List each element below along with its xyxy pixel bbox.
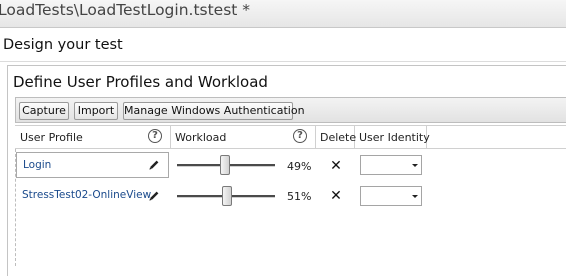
user-identity-select[interactable] xyxy=(360,186,422,206)
user-profile-name[interactable]: StressTest02-OnlineView xyxy=(22,189,151,201)
section-title: Design your test xyxy=(3,37,123,53)
user-profile-name[interactable]: Login xyxy=(23,159,51,171)
column-separator xyxy=(170,125,171,149)
column-header-user-profile[interactable]: User Profile xyxy=(20,131,83,144)
column-separator xyxy=(315,125,316,149)
workload-percent: 51% xyxy=(287,190,312,203)
workload-slider-thumb[interactable] xyxy=(220,155,231,175)
help-icon[interactable]: ? xyxy=(293,129,307,143)
manage-windows-authentication-button[interactable]: Manage Windows Authentication xyxy=(123,102,305,120)
column-header-user-identity[interactable]: User Identity xyxy=(359,131,430,144)
column-header-delete[interactable]: Delete xyxy=(320,131,356,144)
close-icon[interactable]: ✕ xyxy=(329,188,343,204)
section-divider xyxy=(0,61,566,62)
workload-percent: 49% xyxy=(287,160,312,173)
column-header-workload[interactable]: Workload xyxy=(175,131,226,144)
help-icon[interactable]: ? xyxy=(148,129,162,143)
chevron-down-icon xyxy=(412,195,418,198)
pencil-icon[interactable] xyxy=(147,189,161,203)
capture-button[interactable]: Capture xyxy=(19,102,69,120)
user-identity-select[interactable] xyxy=(360,155,422,175)
workload-slider-thumb[interactable] xyxy=(221,186,232,206)
chevron-down-icon xyxy=(412,164,418,167)
window-title-bar: LoadTests\LoadTestLogin.tstest * xyxy=(0,0,566,28)
pencil-icon[interactable] xyxy=(147,158,161,172)
window-title: LoadTests\LoadTestLogin.tstest * xyxy=(0,1,251,19)
import-button[interactable]: Import xyxy=(74,102,118,120)
grid-header xyxy=(15,125,566,149)
close-icon[interactable]: ✕ xyxy=(329,158,343,174)
panel-title: Define User Profiles and Workload xyxy=(13,73,268,91)
